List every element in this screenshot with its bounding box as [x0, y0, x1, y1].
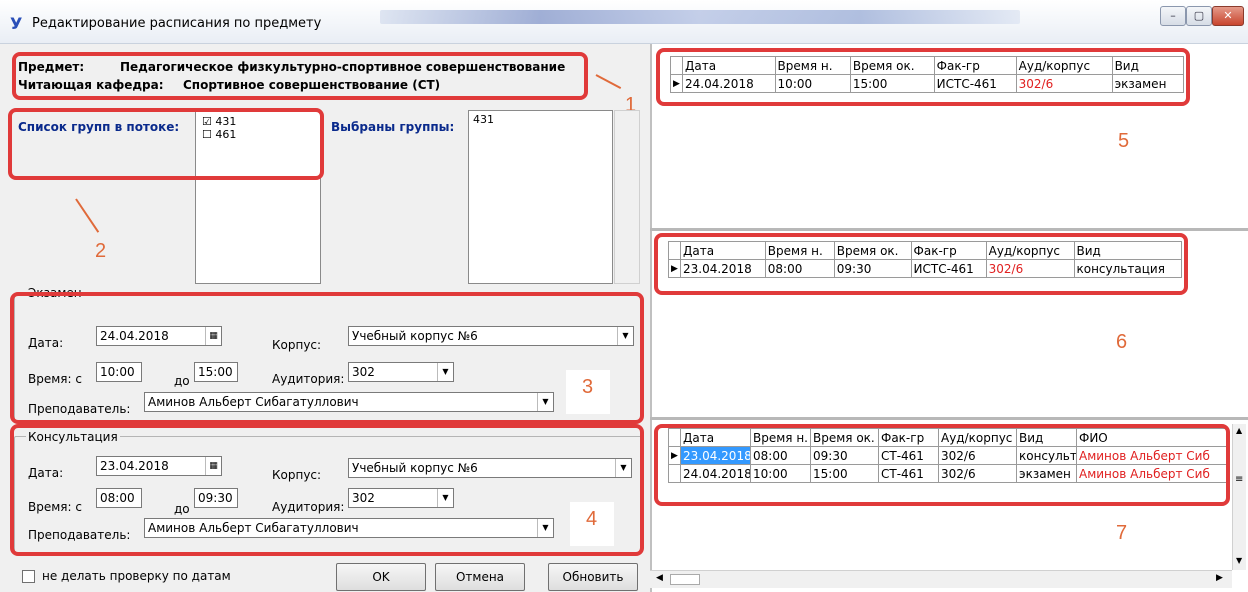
consult-grid-panel: Дата Время н. Время ок. Фак-гр Ауд/корпу… [650, 231, 1248, 417]
refresh-button[interactable]: Обновить [548, 563, 638, 591]
annotation-5: 5 [1118, 130, 1130, 152]
minimize-button[interactable]: – [1160, 6, 1186, 26]
all-records-grid-panel: Дата Время н. Время ок. Фак-гр Ауд/корпу… [650, 420, 1248, 592]
highlight-box-5 [656, 48, 1190, 106]
scroll-up-icon[interactable]: ▲ [1236, 426, 1242, 435]
scroll-thumb[interactable] [670, 574, 700, 585]
highlight-box-7 [654, 424, 1230, 506]
selected-groups-scroll-area [614, 110, 640, 284]
highlight-box-2 [8, 108, 324, 180]
title-bar: У Редактирование расписания по предмету … [0, 0, 1248, 44]
horizontal-scrollbar[interactable]: ◀ ▶ [650, 570, 1232, 588]
annotation-6: 6 [1116, 331, 1128, 353]
highlight-box-6 [654, 233, 1188, 295]
annotation-2: 2 [95, 240, 107, 262]
annotation-arrow-1 [595, 74, 622, 90]
highlight-box-4 [10, 424, 644, 556]
selected-group-value: 431 [473, 113, 494, 126]
app-icon: У [10, 14, 23, 33]
maximize-button[interactable]: ▢ [1186, 6, 1212, 26]
selected-groups-list[interactable]: 431 [468, 110, 613, 284]
vertical-scrollbar[interactable]: ▲ ≡ ▼ [1232, 424, 1246, 570]
scroll-right-icon[interactable]: ▶ [1216, 573, 1223, 583]
annotation-7: 7 [1116, 522, 1128, 544]
scroll-grip-icon[interactable]: ≡ [1235, 474, 1243, 485]
annotation-4: 4 [586, 508, 598, 530]
window-title: Редактирование расписания по предмету [32, 16, 322, 31]
cancel-button[interactable]: Отмена [435, 563, 525, 591]
close-button[interactable]: ✕ [1212, 6, 1244, 26]
scroll-down-icon[interactable]: ▼ [1236, 556, 1242, 565]
blurred-background-strip [380, 10, 1020, 24]
annotation-3: 3 [582, 376, 594, 398]
no-date-check-label: не делать проверку по датам [42, 569, 231, 583]
highlight-box-1 [12, 52, 588, 100]
ok-button[interactable]: OK [336, 563, 426, 591]
annotation-arrow-2 [75, 198, 100, 233]
highlight-box-3 [10, 292, 644, 424]
selected-groups-label: Выбраны группы: [331, 120, 455, 134]
no-date-check-checkbox[interactable] [22, 570, 35, 583]
scroll-left-icon[interactable]: ◀ [656, 573, 663, 583]
left-panel: Предмет: Педагогическое физкультурно-спо… [0, 44, 650, 592]
